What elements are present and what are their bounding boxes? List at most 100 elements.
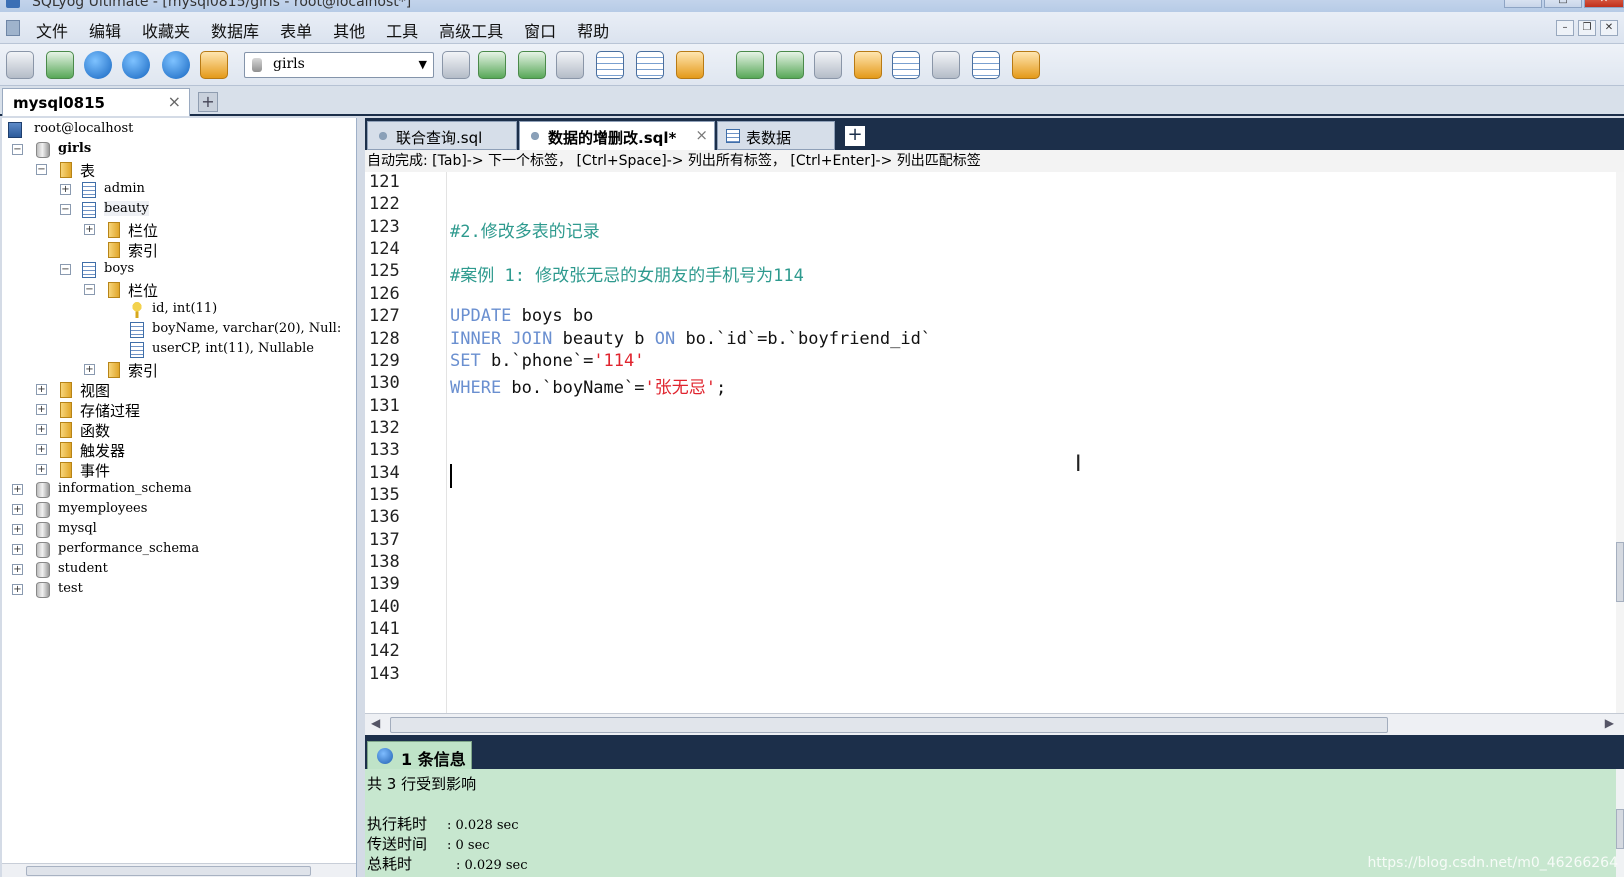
report-icon[interactable] [972,51,1000,79]
menu-file[interactable]: 文件 [36,18,68,42]
database-icon [36,142,50,158]
migration-icon[interactable] [854,51,882,79]
expand-icon[interactable]: + [12,584,23,595]
expand-icon[interactable]: + [12,504,23,515]
tree-folder-label: 视图 [80,382,111,400]
connection-tab-strip: mysql0815 × + [0,86,1624,116]
table-icon [82,202,96,218]
menu-edit[interactable]: 编辑 [89,18,121,42]
scheduler-icon[interactable] [932,51,960,79]
connection-tab[interactable]: mysql0815 × [2,88,190,116]
editor-vertical-scrollbar[interactable] [1616,172,1624,713]
total-time-row: 总耗时: 0.029 sec [367,853,528,874]
expand-icon[interactable]: + [12,564,23,575]
stop-icon[interactable] [200,51,228,79]
user-manager-icon[interactable] [442,51,470,79]
database-select[interactable]: girls ▼ [244,52,434,78]
tab-union-query[interactable]: 联合查询.sql [367,121,517,150]
server-icon [8,122,22,138]
tree-table-label: admin [104,181,145,196]
minimize-button[interactable]: ─ [1504,0,1542,8]
execute-all-icon[interactable] [122,51,150,79]
menu-advanced-tools[interactable]: 高级工具 [439,18,503,42]
backup-icon[interactable] [736,51,764,79]
code-line-comment: #案例 1: 修改张无忌的女朋友的手机号为114 [450,266,804,286]
expand-icon[interactable]: + [36,404,47,415]
schema-designer-icon[interactable] [892,51,920,79]
collapse-icon[interactable]: − [60,264,71,275]
line-number: 126 [369,284,400,304]
tree-horizontal-scrollbar[interactable] [2,863,356,877]
tab-messages[interactable]: 1 条信息 [367,741,472,769]
maximize-button[interactable]: □ [1544,0,1582,8]
collapse-icon[interactable]: − [84,284,95,295]
sql-editor[interactable]: 121 122 123 124 125 126 127 128 129 130 … [365,172,1624,713]
mdi-restore-button[interactable]: ❐ [1578,20,1596,36]
table-data-icon[interactable] [636,51,664,79]
create-table-icon[interactable] [518,51,546,79]
scrollbar-thumb[interactable] [26,866,311,876]
expand-icon[interactable]: + [12,524,23,535]
menu-help[interactable]: 帮助 [577,18,609,42]
data-sync-icon[interactable] [814,51,842,79]
import-icon[interactable] [556,51,584,79]
collapse-icon[interactable]: − [12,144,23,155]
expand-icon[interactable]: + [36,384,47,395]
tree-root-label: root@localhost [34,121,134,136]
folder-icon [60,162,72,178]
scrollbar-thumb[interactable] [390,717,1388,733]
menu-tools[interactable]: 工具 [386,18,418,42]
expand-icon[interactable]: + [36,444,47,455]
restore-icon[interactable] [776,51,804,79]
close-icon[interactable]: × [168,92,181,111]
mdi-minimize-button[interactable]: – [1556,20,1574,36]
close-window-button[interactable]: ✕ [1584,0,1624,8]
expand-icon[interactable]: + [12,544,23,555]
sqlyog-window: SQLyog Ultimate - [mysql0815/girls - roo… [0,0,1624,877]
new-connection-icon[interactable] [46,51,74,79]
scrollbar-thumb[interactable] [1616,809,1624,849]
expand-icon[interactable]: + [12,484,23,495]
tab-data-dml[interactable]: 数据的增删改.sql* × [519,121,715,150]
menu-window[interactable]: 窗口 [524,18,556,42]
create-database-icon[interactable] [478,51,506,79]
sql-text: boys bo [511,306,594,326]
line-number: 130 [369,373,400,393]
expand-icon[interactable]: + [84,364,95,375]
execute-query-icon[interactable] [84,51,112,79]
expand-icon[interactable]: + [36,464,47,475]
document-icon[interactable] [6,20,20,36]
mdi-close-button[interactable]: ✕ [1600,20,1618,36]
tab-table-data[interactable]: 表数据 [717,121,835,150]
expand-icon[interactable]: + [84,224,95,235]
close-icon[interactable]: × [695,126,708,144]
line-number: 142 [369,641,400,661]
tree-folder-label: 事件 [80,462,111,480]
menu-other[interactable]: 其他 [333,18,365,42]
scrollbar-thumb[interactable] [1616,542,1624,602]
tree-folder-label: 栏位 [128,282,159,300]
editor-horizontal-scrollbar[interactable]: ◀ ▶ [365,713,1624,735]
menu-favorites[interactable]: 收藏夹 [142,18,190,42]
sql-string: '张无忌' [644,378,716,398]
line-number: 127 [369,306,400,326]
connect-icon[interactable] [6,51,34,79]
table-icon [82,262,96,278]
collapse-icon[interactable]: − [36,164,47,175]
add-tab-button[interactable]: + [845,126,865,146]
execution-time-label: 执行耗时 [367,815,428,833]
history-icon[interactable] [1012,51,1040,79]
scroll-left-icon[interactable]: ◀ [371,716,380,730]
refresh-icon[interactable] [162,51,190,79]
expand-icon[interactable]: + [36,424,47,435]
scroll-right-icon[interactable]: ▶ [1605,716,1614,730]
expand-icon[interactable]: + [60,184,71,195]
tree-db-label: student [58,561,108,576]
line-number: 143 [369,664,400,684]
schema-sync-icon[interactable] [596,51,624,79]
query-builder-icon[interactable] [676,51,704,79]
add-connection-button[interactable]: + [198,92,218,112]
menu-database[interactable]: 数据库 [211,18,259,42]
menu-table[interactable]: 表单 [280,18,312,42]
collapse-icon[interactable]: − [60,204,71,215]
